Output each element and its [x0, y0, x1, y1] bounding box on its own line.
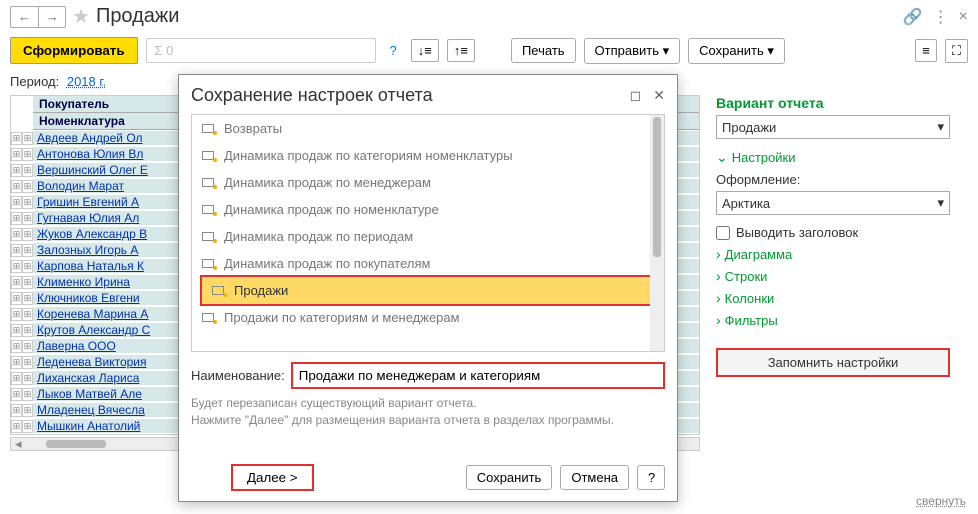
report-icon — [202, 205, 216, 215]
collapse-link[interactable]: свернуть — [916, 494, 966, 508]
next-button[interactable]: Далее > — [231, 464, 314, 491]
chevron-down-icon: ▾ — [767, 43, 774, 58]
show-header-checkbox[interactable]: Выводить заголовок — [716, 225, 950, 240]
expand-icon[interactable]: ⊞⊞ — [11, 148, 33, 161]
save-button[interactable]: Сохранить ▾ — [688, 38, 785, 64]
dialog-hint: Будет перезаписан существующий вариант о… — [191, 395, 665, 429]
expand-icon[interactable]: ⊞⊞ — [11, 324, 33, 337]
settings-group[interactable]: Настройки — [716, 149, 950, 166]
expand-icon[interactable]: ⊞⊞ — [11, 292, 33, 305]
report-icon — [202, 151, 216, 161]
chevron-down-icon: ▾ — [937, 119, 944, 135]
report-icon — [202, 259, 216, 269]
list-item[interactable]: Возвраты — [192, 115, 664, 142]
rows-group[interactable]: Строки — [716, 268, 950, 284]
fullscreen-icon[interactable]: ⛶ — [945, 39, 968, 63]
report-icon — [212, 286, 226, 296]
expand-icon[interactable]: ⊞⊞ — [11, 340, 33, 353]
variant-list: ВозвратыДинамика продаж по категориям но… — [191, 114, 665, 352]
save-settings-dialog: Сохранение настроек отчета ◻ ✕ ВозвратыД… — [178, 74, 678, 502]
chevron-down-icon: ▾ — [937, 195, 944, 211]
nav-forward-button[interactable]: → — [38, 6, 66, 28]
expand-icon[interactable]: ⊞⊞ — [11, 420, 33, 433]
name-label: Наименование: — [191, 368, 285, 383]
remember-settings-button[interactable]: Запомнить настройки — [716, 348, 950, 377]
name-input[interactable] — [291, 362, 665, 389]
report-icon — [202, 178, 216, 188]
period-value[interactable]: 2018 г. — [67, 74, 106, 89]
sum-field[interactable]: Σ 0 — [146, 38, 376, 63]
expand-icon[interactable]: ⊞⊞ — [11, 308, 33, 321]
expand-icon[interactable]: ⊞⊞ — [11, 356, 33, 369]
expand-icon[interactable]: ⊞⊞ — [11, 388, 33, 401]
list-item[interactable]: Динамика продаж по категориям номенклату… — [192, 142, 664, 169]
send-button[interactable]: Отправить ▾ — [584, 38, 681, 64]
list-item[interactable]: Продажи — [200, 275, 654, 306]
link-icon[interactable]: 🔗 — [903, 7, 923, 27]
print-button[interactable]: Печать — [511, 38, 576, 63]
dialog-save-button[interactable]: Сохранить — [466, 465, 553, 490]
close-icon[interactable]: × — [959, 8, 968, 26]
page-title: Продажи — [96, 5, 180, 28]
expand-icon[interactable]: ⊞⊞ — [11, 404, 33, 417]
period-label: Период: — [10, 74, 59, 89]
dialog-cancel-button[interactable]: Отмена — [560, 465, 629, 490]
expand-icon[interactable]: ⊞⊞ — [11, 180, 33, 193]
nav-back-button[interactable]: ← — [10, 6, 38, 28]
columns-group[interactable]: Колонки — [716, 290, 950, 306]
variant-title: Вариант отчета — [716, 95, 950, 111]
format-select[interactable]: Арктика ▾ — [716, 191, 950, 215]
expand-icon[interactable]: ⊞⊞ — [11, 228, 33, 241]
list-item[interactable]: Динамика продаж по менеджерам — [192, 169, 664, 196]
report-icon — [202, 232, 216, 242]
filters-group[interactable]: Фильтры — [716, 312, 950, 328]
dialog-close-icon[interactable]: ✕ — [653, 87, 665, 104]
sort-desc-button[interactable]: ↑≡ — [447, 39, 475, 62]
report-icon — [202, 313, 216, 323]
expand-icon[interactable]: ⊞⊞ — [11, 132, 33, 145]
dialog-title: Сохранение настроек отчета — [191, 85, 630, 106]
chevron-down-icon: ▾ — [663, 43, 670, 58]
list-item[interactable]: Динамика продаж по покупателям — [192, 250, 664, 277]
dialog-maximize-icon[interactable]: ◻ — [630, 87, 642, 104]
help-button[interactable]: ? — [384, 40, 403, 61]
expand-icon[interactable]: ⊞⊞ — [11, 372, 33, 385]
expand-icon[interactable]: ⊞⊞ — [11, 196, 33, 209]
report-icon — [202, 124, 216, 134]
dialog-scrollbar[interactable] — [650, 115, 664, 351]
expand-icon[interactable]: ⊞⊞ — [11, 212, 33, 225]
list-item[interactable]: Продажи по категориям и менеджерам — [192, 304, 664, 331]
expand-icon[interactable]: ⊞⊞ — [11, 164, 33, 177]
variant-select[interactable]: Продажи ▾ — [716, 115, 950, 139]
chart-icon[interactable]: ≡ — [915, 39, 937, 62]
expand-icon[interactable]: ⊞⊞ — [11, 276, 33, 289]
dialog-help-button[interactable]: ? — [637, 465, 665, 490]
expand-icon[interactable]: ⊞⊞ — [11, 244, 33, 257]
more-icon[interactable]: ⋮ — [933, 7, 949, 27]
diagram-group[interactable]: Диаграмма — [716, 246, 950, 262]
generate-button[interactable]: Сформировать — [10, 37, 138, 64]
sort-asc-button[interactable]: ↓≡ — [411, 39, 439, 62]
format-label: Оформление: — [716, 172, 950, 187]
list-item[interactable]: Динамика продаж по периодам — [192, 223, 664, 250]
expand-icon[interactable]: ⊞⊞ — [11, 260, 33, 273]
favorite-icon[interactable]: ★ — [72, 4, 90, 29]
list-item[interactable]: Динамика продаж по номенклатуре — [192, 196, 664, 223]
